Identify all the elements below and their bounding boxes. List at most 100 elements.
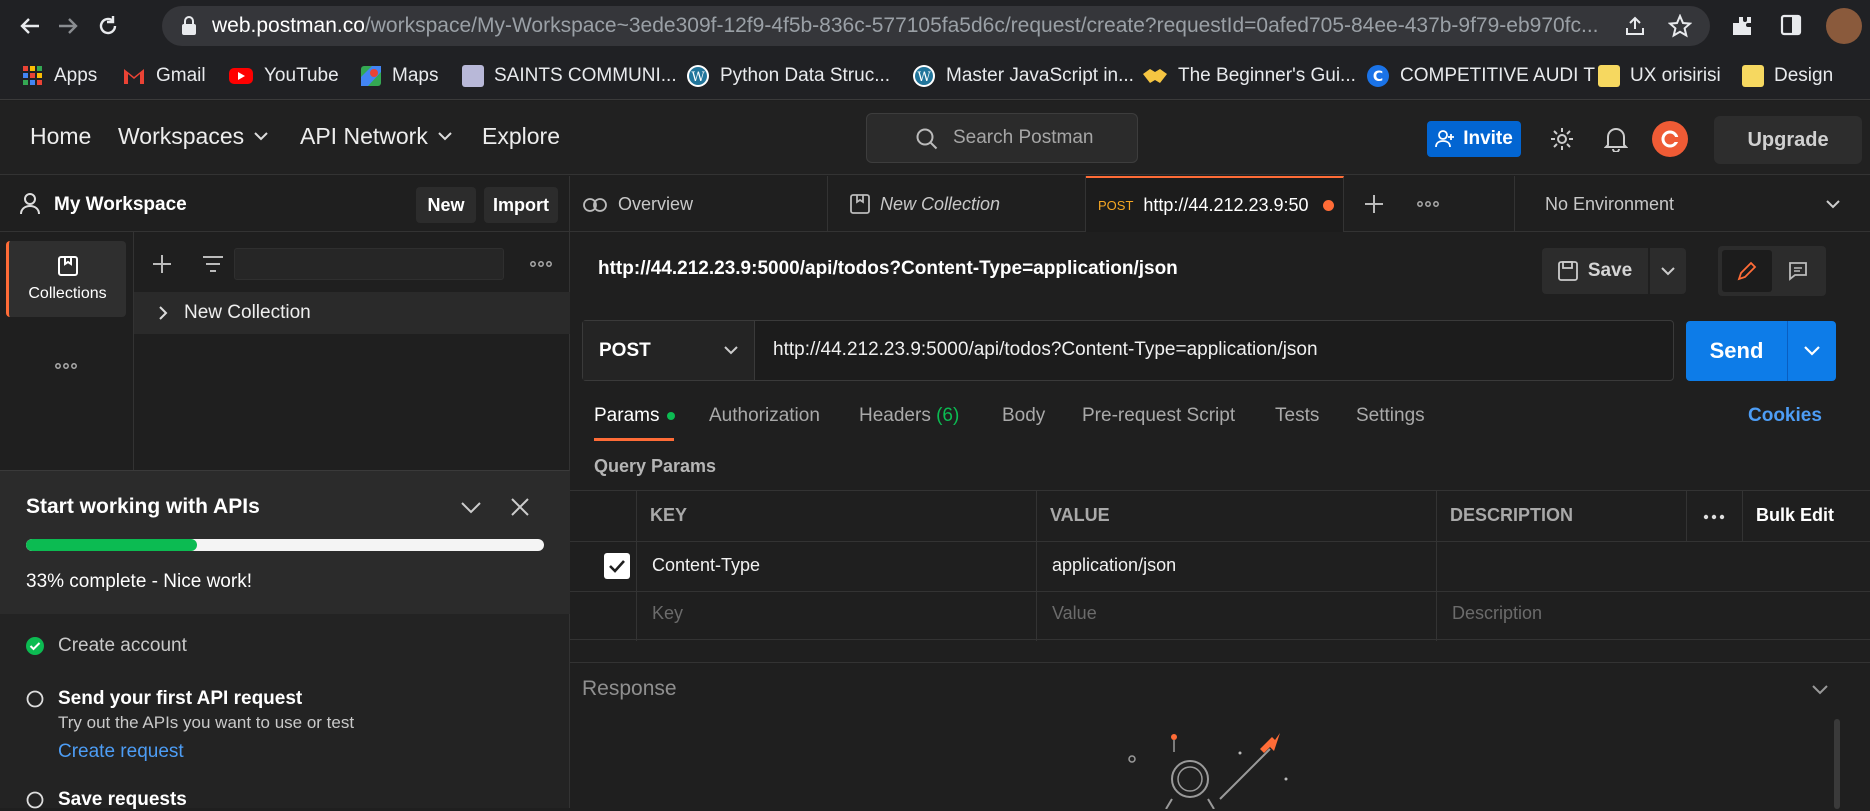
bookmark-label: COMPETITIVE AUDI T <box>1400 65 1595 86</box>
more-horizontal-icon[interactable] <box>1702 513 1726 521</box>
environment-selector[interactable]: No Environment <box>1514 176 1870 232</box>
bookmark-design[interactable]: Design <box>1742 62 1833 90</box>
filter-icon[interactable] <box>202 254 224 274</box>
workspace-header: My Workspace New Import <box>0 176 570 232</box>
user-avatar[interactable] <box>1652 121 1688 157</box>
share-icon[interactable] <box>1624 15 1646 37</box>
bookmark-competitive[interactable]: C COMPETITIVE AUDI T <box>1366 62 1595 90</box>
forward-button[interactable] <box>52 10 84 42</box>
scrollbar[interactable] <box>1834 719 1840 809</box>
bulk-edit-button[interactable]: Bulk Edit <box>1756 505 1834 526</box>
param-key[interactable]: Content-Type <box>652 555 760 576</box>
bookmark-youtube[interactable]: YouTube <box>228 62 339 90</box>
back-button[interactable] <box>14 10 46 42</box>
search-input[interactable]: Search Postman <box>866 113 1138 163</box>
query-params-table: KEY VALUE DESCRIPTION Bulk Edit Content-… <box>570 490 1870 641</box>
tab-body[interactable]: Body <box>1002 405 1045 427</box>
nav-home[interactable]: Home <box>30 123 91 150</box>
wordpress-icon: W <box>913 65 935 87</box>
key-input[interactable]: Key <box>652 603 683 624</box>
row-checkbox[interactable] <box>604 553 630 579</box>
tab-settings[interactable]: Settings <box>1356 405 1425 427</box>
request-bar: POST http://44.212.23.9:5000/api/todos?C… <box>582 320 1674 381</box>
step-description: Try out the APIs you want to use or test <box>58 713 355 732</box>
workspace-name[interactable]: My Workspace <box>54 194 187 216</box>
headers-count: (6) <box>936 405 960 426</box>
description-input[interactable]: Description <box>1452 603 1542 624</box>
tab-authorization[interactable]: Authorization <box>709 405 820 427</box>
bell-icon[interactable] <box>1604 126 1628 152</box>
bookmark-python[interactable]: W Python Data Struc... <box>686 62 890 90</box>
request-title[interactable]: http://44.212.23.9:5000/api/todos?Conten… <box>598 258 1178 280</box>
app-header: Home Workspaces API Network Explore Sear… <box>0 101 1870 175</box>
settings-gear-icon[interactable] <box>1549 126 1575 152</box>
nav-api-network[interactable]: API Network <box>300 123 452 150</box>
note-icon <box>1598 65 1620 87</box>
bookmark-gmail[interactable]: Gmail <box>122 62 206 90</box>
side-panel-icon[interactable] <box>1780 14 1802 36</box>
overview-icon <box>583 198 607 212</box>
bookmark-apps[interactable]: Apps <box>22 62 97 90</box>
onboarding-header: Start working with APIs 33% complete - N… <box>0 471 570 614</box>
reload-icon <box>99 16 117 35</box>
method-label: POST <box>599 339 651 361</box>
close-icon[interactable] <box>510 497 530 517</box>
tab-tests[interactable]: Tests <box>1275 405 1319 427</box>
more-horizontal-icon[interactable] <box>54 362 78 370</box>
bookmarks-bar: Apps Gmail YouTube Maps SAINTS COMMUNI..… <box>0 52 1870 100</box>
bookmark-ux[interactable]: UX orisirisi <box>1598 62 1721 90</box>
create-request-link[interactable]: Create request <box>58 741 184 763</box>
chevron-down-icon[interactable] <box>460 501 482 515</box>
bookmark-javascript[interactable]: W Master JavaScript in... <box>912 62 1134 90</box>
save-options-button[interactable] <box>1650 248 1686 294</box>
extensions-icon[interactable] <box>1730 14 1754 38</box>
cookies-link[interactable]: Cookies <box>1748 405 1822 427</box>
collections-search-input[interactable] <box>234 248 504 280</box>
import-button[interactable]: Import <box>484 187 558 223</box>
edit-mode-button[interactable] <box>1722 250 1772 292</box>
note-icon <box>1742 65 1764 87</box>
chevron-down-icon[interactable] <box>1804 346 1820 356</box>
tab-active-request[interactable]: POST http://44.212.23.9:50 <box>1086 176 1344 232</box>
plus-icon[interactable] <box>1364 194 1384 214</box>
method-select[interactable]: POST <box>583 321 755 380</box>
save-button[interactable]: Save <box>1542 248 1648 294</box>
star-icon[interactable] <box>1668 14 1692 38</box>
tab-params[interactable]: Params <box>594 405 676 427</box>
more-horizontal-icon[interactable] <box>530 260 552 268</box>
progress-text: 33% complete - Nice work! <box>26 571 252 592</box>
bookmark-maps[interactable]: Maps <box>360 62 438 90</box>
bookmark-beginner[interactable]: The Beginner's Gui... <box>1142 62 1356 90</box>
nav-explore[interactable]: Explore <box>482 123 560 150</box>
tab-headers[interactable]: Headers (6) <box>859 405 959 427</box>
handshake-icon <box>1143 69 1167 83</box>
chevron-down-icon <box>1826 199 1840 208</box>
bookmark-label: Master JavaScript in... <box>946 65 1134 86</box>
tab-label: http://44.212.23.9:50 <box>1143 194 1309 215</box>
sidebar-rail: Collections <box>0 232 134 472</box>
tab-overview[interactable]: Overview <box>570 176 828 232</box>
tab-prerequest-script[interactable]: Pre-request Script <box>1082 405 1235 427</box>
address-bar[interactable]: web.postman.co/workspace/My-Workspace~3e… <box>162 6 1710 46</box>
new-button[interactable]: New <box>416 187 476 223</box>
invite-button[interactable]: Invite <box>1427 121 1521 157</box>
profile-avatar[interactable] <box>1826 8 1862 44</box>
bookmark-saints[interactable]: SAINTS COMMUNI... <box>462 62 677 90</box>
chevron-down-icon[interactable] <box>1812 685 1828 695</box>
param-value[interactable]: application/json <box>1052 555 1176 576</box>
send-button[interactable]: Send <box>1686 321 1836 381</box>
url-input[interactable]: http://44.212.23.9:5000/api/todos?Conten… <box>773 339 1318 361</box>
comments-button[interactable] <box>1774 250 1822 292</box>
tab-new-collection[interactable]: New Collection <box>828 176 1086 232</box>
value-input[interactable]: Value <box>1052 603 1097 624</box>
search-placeholder: Search Postman <box>953 127 1094 148</box>
upgrade-button[interactable]: Upgrade <box>1714 116 1862 164</box>
plus-icon[interactable] <box>152 254 172 274</box>
sidebar-item-collections[interactable]: Collections <box>6 241 126 317</box>
collection-item[interactable]: New Collection <box>134 292 570 334</box>
nav-workspaces[interactable]: Workspaces <box>118 123 268 150</box>
more-horizontal-icon[interactable] <box>1416 200 1440 208</box>
reload-button[interactable] <box>92 10 124 42</box>
response-title[interactable]: Response <box>582 677 677 701</box>
url-path: /workspace/My-Workspace~3ede309f-12f9-4f… <box>364 14 1599 37</box>
